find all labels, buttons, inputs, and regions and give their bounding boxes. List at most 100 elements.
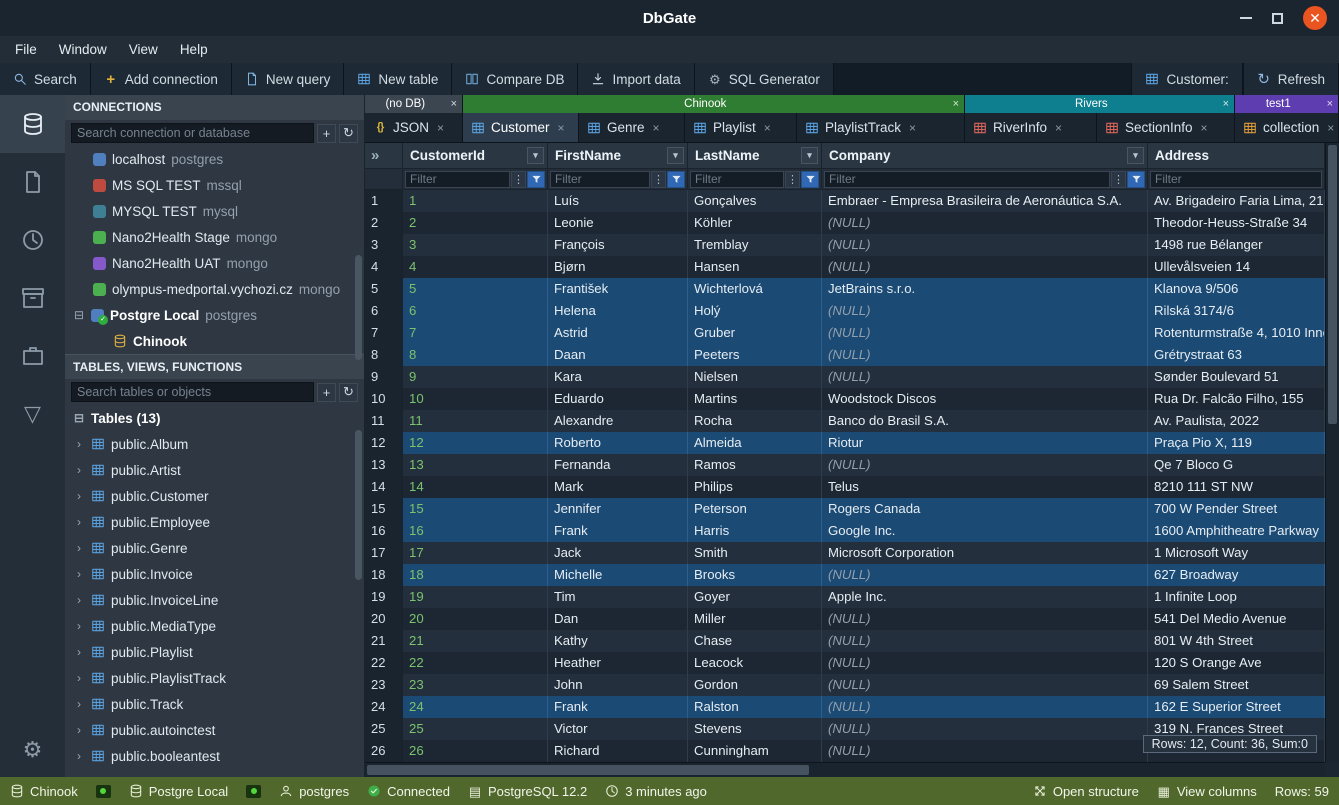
rail-connections[interactable] bbox=[0, 95, 65, 153]
column-header-lastname[interactable]: LastName▾ bbox=[688, 143, 822, 168]
cell-address[interactable]: Ullevålsveien 14 bbox=[1148, 256, 1325, 278]
cell-firstname[interactable]: François bbox=[548, 234, 688, 256]
cell-customerid[interactable]: 12 bbox=[403, 432, 548, 454]
close-tab-icon[interactable]: × bbox=[1327, 121, 1334, 135]
cell-lastname[interactable]: Smith bbox=[688, 542, 822, 564]
row-number[interactable]: 1 bbox=[365, 190, 403, 212]
cell-company[interactable]: (NULL) bbox=[822, 652, 1148, 674]
cell-lastname[interactable]: Chase bbox=[688, 630, 822, 652]
filter-input-address[interactable] bbox=[1150, 171, 1322, 188]
table-row[interactable]: 2121KathyChase(NULL)801 W 4th Street bbox=[365, 630, 1325, 652]
cell-firstname[interactable]: Jack bbox=[548, 542, 688, 564]
cell-lastname[interactable]: Harris bbox=[688, 520, 822, 542]
cell-firstname[interactable]: Kara bbox=[548, 366, 688, 388]
row-number[interactable]: 16 bbox=[365, 520, 403, 542]
collapse-icon[interactable]: ⊟ bbox=[73, 411, 85, 425]
chevron-right-icon[interactable]: › bbox=[73, 723, 85, 737]
table-row[interactable]: 2222HeatherLeacock(NULL)120 S Orange Ave bbox=[365, 652, 1325, 674]
cell-lastname[interactable]: Almeida bbox=[688, 432, 822, 454]
cell-address[interactable]: 801 W 4th Street bbox=[1148, 630, 1325, 652]
cell-address[interactable]: Av. Brigadeiro Faria Lima, 2170 bbox=[1148, 190, 1325, 212]
table-row[interactable]: 2323JohnGordon(NULL)69 Salem Street bbox=[365, 674, 1325, 696]
cell-company[interactable]: Telus bbox=[822, 476, 1148, 498]
table-item-public-track[interactable]: ›public.Track bbox=[65, 691, 364, 717]
cell-company[interactable]: Riotur bbox=[822, 432, 1148, 454]
cell-customerid[interactable]: 15 bbox=[403, 498, 548, 520]
toolbar-compare-db[interactable]: Compare DB bbox=[452, 63, 578, 95]
cell-address[interactable]: 8210 111 ST NW bbox=[1148, 476, 1325, 498]
row-number[interactable]: 6 bbox=[365, 300, 403, 322]
cell-customerid[interactable]: 23 bbox=[403, 674, 548, 696]
cell-customerid[interactable]: 5 bbox=[403, 278, 548, 300]
cell-lastname[interactable]: Hansen bbox=[688, 256, 822, 278]
chevron-right-icon[interactable]: › bbox=[73, 541, 85, 555]
column-dropdown-icon[interactable]: ▾ bbox=[1127, 147, 1144, 164]
table-row[interactable]: 1010EduardoMartinsWoodstock DiscosRua Dr… bbox=[365, 388, 1325, 410]
row-number[interactable]: 13 bbox=[365, 454, 403, 476]
menu-file[interactable]: File bbox=[4, 36, 48, 63]
table-row[interactable]: 33FrançoisTremblay(NULL)1498 rue Bélange… bbox=[365, 234, 1325, 256]
filter-input-firstname[interactable] bbox=[550, 171, 650, 188]
cell-address[interactable]: Praça Pio X, 119 bbox=[1148, 432, 1325, 454]
cell-address[interactable]: Rilská 3174/6 bbox=[1148, 300, 1325, 322]
cell-company[interactable]: (NULL) bbox=[822, 564, 1148, 586]
cell-company[interactable]: (NULL) bbox=[822, 718, 1148, 740]
toolbar-import-data[interactable]: Import data bbox=[578, 63, 694, 95]
chevron-right-icon[interactable]: › bbox=[73, 749, 85, 763]
cell-customerid[interactable]: 1 bbox=[403, 190, 548, 212]
filter-input-company[interactable] bbox=[824, 171, 1110, 188]
table-row[interactable]: 2424FrankRalston(NULL)162 E Superior Str… bbox=[365, 696, 1325, 718]
cell-customerid[interactable]: 18 bbox=[403, 564, 548, 586]
tab-riverinfo[interactable]: RiverInfo× bbox=[965, 113, 1097, 142]
cell-lastname[interactable]: Holý bbox=[688, 300, 822, 322]
db-tab-test1[interactable]: test1× bbox=[1235, 95, 1339, 113]
cell-company[interactable]: (NULL) bbox=[822, 322, 1148, 344]
row-number[interactable]: 20 bbox=[365, 608, 403, 630]
cell-address[interactable]: Av. Paulista, 2022 bbox=[1148, 410, 1325, 432]
cell-address[interactable]: 1498 rue Bélanger bbox=[1148, 234, 1325, 256]
cell-address[interactable]: 700 W Pender Street bbox=[1148, 498, 1325, 520]
tab-collection[interactable]: collection× bbox=[1235, 113, 1339, 142]
cell-firstname[interactable]: Frank bbox=[548, 696, 688, 718]
row-number[interactable]: 25 bbox=[365, 718, 403, 740]
refresh-connections-button[interactable]: ↻ bbox=[339, 124, 358, 143]
db-tab-chinook[interactable]: Chinook× bbox=[463, 95, 965, 113]
cell-lastname[interactable]: Cunningham bbox=[688, 740, 822, 762]
table-row[interactable]: 1818MichelleBrooks(NULL)627 Broadway bbox=[365, 564, 1325, 586]
row-number[interactable]: 5 bbox=[365, 278, 403, 300]
close-tab-icon[interactable]: × bbox=[948, 98, 964, 110]
cell-lastname[interactable]: Miller bbox=[688, 608, 822, 630]
column-header-company[interactable]: Company▾ bbox=[822, 143, 1148, 168]
cell-lastname[interactable]: Gordon bbox=[688, 674, 822, 696]
cell-company[interactable]: Rogers Canada bbox=[822, 498, 1148, 520]
cell-firstname[interactable]: Roberto bbox=[548, 432, 688, 454]
cell-customerid[interactable]: 10 bbox=[403, 388, 548, 410]
close-tab-icon[interactable]: × bbox=[1055, 121, 1062, 135]
table-row[interactable]: 77AstridGruber(NULL)Rotenturmstraße 4, 1… bbox=[365, 322, 1325, 344]
status-rows-59[interactable]: Rows: 59 bbox=[1275, 784, 1329, 799]
tab-sectioninfo[interactable]: SectionInfo× bbox=[1097, 113, 1235, 142]
table-row[interactable]: 1919TimGoyerApple Inc.1 Infinite Loop bbox=[365, 586, 1325, 608]
cell-address[interactable]: Grétrystraat 63 bbox=[1148, 344, 1325, 366]
table-row[interactable]: 1616FrankHarrisGoogle Inc.1600 Amphithea… bbox=[365, 520, 1325, 542]
chevron-right-icon[interactable]: › bbox=[73, 567, 85, 581]
cell-company[interactable]: (NULL) bbox=[822, 212, 1148, 234]
vertical-scrollbar[interactable] bbox=[1325, 143, 1339, 762]
row-number[interactable]: 8 bbox=[365, 344, 403, 366]
cell-company[interactable]: (NULL) bbox=[822, 608, 1148, 630]
cell-firstname[interactable]: Astrid bbox=[548, 322, 688, 344]
cell-lastname[interactable]: Peterson bbox=[688, 498, 822, 520]
connection-item-localhost[interactable]: localhostpostgres bbox=[65, 146, 364, 172]
row-number[interactable]: 9 bbox=[365, 366, 403, 388]
close-tab-icon[interactable]: × bbox=[1322, 98, 1338, 110]
row-number[interactable]: 24 bbox=[365, 696, 403, 718]
table-item-public-playlisttrack[interactable]: ›public.PlaylistTrack bbox=[65, 665, 364, 691]
cell-firstname[interactable]: Michelle bbox=[548, 564, 688, 586]
cell-firstname[interactable]: Kathy bbox=[548, 630, 688, 652]
cell-firstname[interactable]: Mark bbox=[548, 476, 688, 498]
cell-firstname[interactable]: Frank bbox=[548, 520, 688, 542]
cell-company[interactable]: Banco do Brasil S.A. bbox=[822, 410, 1148, 432]
close-button[interactable]: ✕ bbox=[1303, 6, 1327, 30]
chevron-right-icon[interactable]: › bbox=[73, 697, 85, 711]
tables-scrollbar[interactable] bbox=[355, 430, 362, 580]
